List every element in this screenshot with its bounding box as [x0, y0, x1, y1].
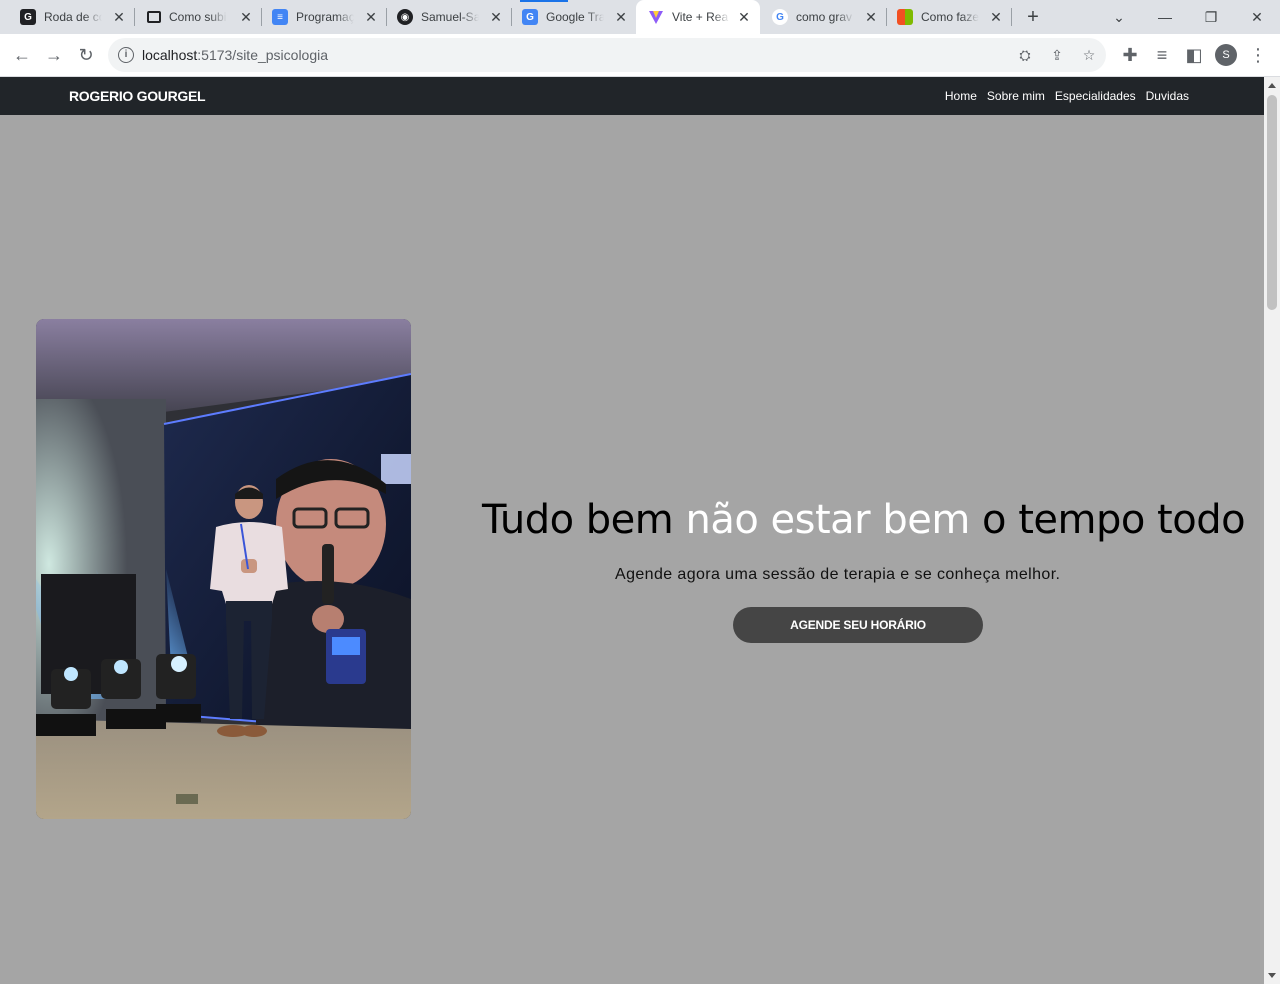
- chevron-down-icon: ⌄: [1113, 8, 1125, 25]
- google-icon: G: [772, 9, 788, 25]
- browser-tab[interactable]: ◉ Samuel-Sa ✕: [377, 0, 512, 34]
- puzzle-icon: ✚: [1122, 44, 1138, 65]
- close-icon: ✕: [1251, 8, 1263, 25]
- minimize-icon: —: [1158, 9, 1172, 25]
- tab-title: Programaç: [296, 10, 354, 24]
- browser-tab-active[interactable]: Vite + Rea ✕: [636, 0, 760, 34]
- tab-search-button[interactable]: ⌄: [1096, 0, 1142, 34]
- page-viewport: ROGERIO GOURGEL Home Sobre mim Especiali…: [0, 77, 1264, 984]
- side-panel-button[interactable]: ◧: [1180, 41, 1208, 69]
- menu-button[interactable]: ⋮: [1244, 41, 1272, 69]
- docs-icon: ≡: [272, 9, 288, 25]
- media-button[interactable]: ≡: [1148, 41, 1176, 69]
- url-text[interactable]: localhost:5173/site_psicologia: [142, 47, 328, 63]
- nav-links: Home Sobre mim Especialidades Duvidas: [945, 89, 1189, 103]
- share-icon[interactable]: ⇪: [1048, 46, 1066, 64]
- speaker-photo: [36, 319, 411, 819]
- hero-subtitle: Agende agora uma sessão de terapia e se …: [615, 566, 1061, 583]
- nav-link-specialties[interactable]: Especialidades: [1055, 89, 1136, 103]
- new-tab-button[interactable]: +: [1022, 6, 1044, 28]
- page-scrollbar[interactable]: [1264, 77, 1280, 984]
- microsoft-icon: [897, 9, 913, 25]
- tab-title: como grav: [796, 10, 853, 24]
- close-icon[interactable]: ✕: [111, 9, 127, 25]
- reload-icon: ↻: [78, 44, 94, 65]
- headline-highlight: não estar bem: [685, 497, 970, 543]
- back-button[interactable]: ←: [8, 41, 36, 69]
- nav-link-about[interactable]: Sobre mim: [987, 89, 1045, 103]
- tab-title: Samuel-Sa: [421, 10, 479, 24]
- close-window-button[interactable]: ✕: [1234, 0, 1280, 34]
- folder-icon: [147, 11, 161, 23]
- translate-icon[interactable]: ⛭: [1016, 46, 1034, 64]
- hero-headline: Tudo bem não estar bem o tempo todo: [482, 497, 1246, 543]
- side-panel-icon: ◧: [1185, 44, 1203, 65]
- browser-tab-strip: G Roda de co ✕ Como subi ✕ ≡ Programaç ✕…: [0, 0, 1280, 34]
- profile-avatar[interactable]: S: [1215, 44, 1237, 66]
- star-icon[interactable]: ☆: [1080, 46, 1098, 64]
- browser-tab[interactable]: G Roda de co ✕: [0, 0, 135, 34]
- translate-icon: G: [522, 9, 538, 25]
- nav-link-home[interactable]: Home: [945, 89, 977, 103]
- playlist-icon: ≡: [1156, 44, 1168, 65]
- site-navbar: ROGERIO GOURGEL Home Sobre mim Especiali…: [0, 77, 1264, 115]
- browser-tab[interactable]: G Google Tra ✕: [502, 0, 637, 34]
- tab-title: Como faze: [921, 10, 979, 24]
- scroll-up-icon[interactable]: [1268, 83, 1276, 88]
- scroll-down-icon[interactable]: [1268, 973, 1276, 978]
- address-bar[interactable]: i localhost:5173/site_psicologia ⛭ ⇪ ☆: [108, 38, 1106, 72]
- browser-tab[interactable]: G como grav ✕: [752, 0, 887, 34]
- close-icon[interactable]: ✕: [736, 9, 752, 25]
- kebab-menu-icon: ⋮: [1249, 44, 1267, 65]
- forward-button[interactable]: →: [40, 41, 68, 69]
- schedule-button[interactable]: AGENDE SEU HORÁRIO: [733, 607, 983, 643]
- tab-title: Vite + Rea: [672, 10, 729, 24]
- hero-photo: [36, 319, 411, 819]
- extensions-button[interactable]: ✚: [1116, 41, 1144, 69]
- tab-title: Como subi: [169, 10, 227, 24]
- globe-icon: G: [20, 9, 36, 25]
- tab-title: Google Tra: [546, 10, 604, 24]
- arrow-left-icon: ←: [13, 44, 31, 65]
- close-icon[interactable]: ✕: [613, 9, 629, 25]
- restore-button[interactable]: ❐: [1188, 0, 1234, 34]
- vite-icon: [648, 9, 664, 25]
- nav-link-faq[interactable]: Duvidas: [1146, 89, 1189, 103]
- github-icon: ◉: [397, 9, 413, 25]
- tab-title: Roda de co: [44, 10, 102, 24]
- browser-toolbar: ← → ↻ i localhost:5173/site_psicologia ⛭…: [0, 34, 1280, 77]
- restore-icon: ❐: [1204, 8, 1218, 25]
- close-icon[interactable]: ✕: [988, 9, 1004, 25]
- browser-tab[interactable]: Como subi ✕: [127, 0, 262, 34]
- info-icon[interactable]: i: [118, 47, 134, 63]
- scrollbar-thumb[interactable]: [1267, 95, 1277, 310]
- site-brand[interactable]: ROGERIO GOURGEL: [69, 88, 206, 104]
- arrow-right-icon: →: [45, 44, 63, 65]
- browser-tab[interactable]: Como faze ✕: [877, 0, 1012, 34]
- reload-button[interactable]: ↻: [72, 41, 100, 69]
- browser-tab[interactable]: ≡ Programaç ✕: [252, 0, 387, 34]
- minimize-button[interactable]: —: [1142, 0, 1188, 34]
